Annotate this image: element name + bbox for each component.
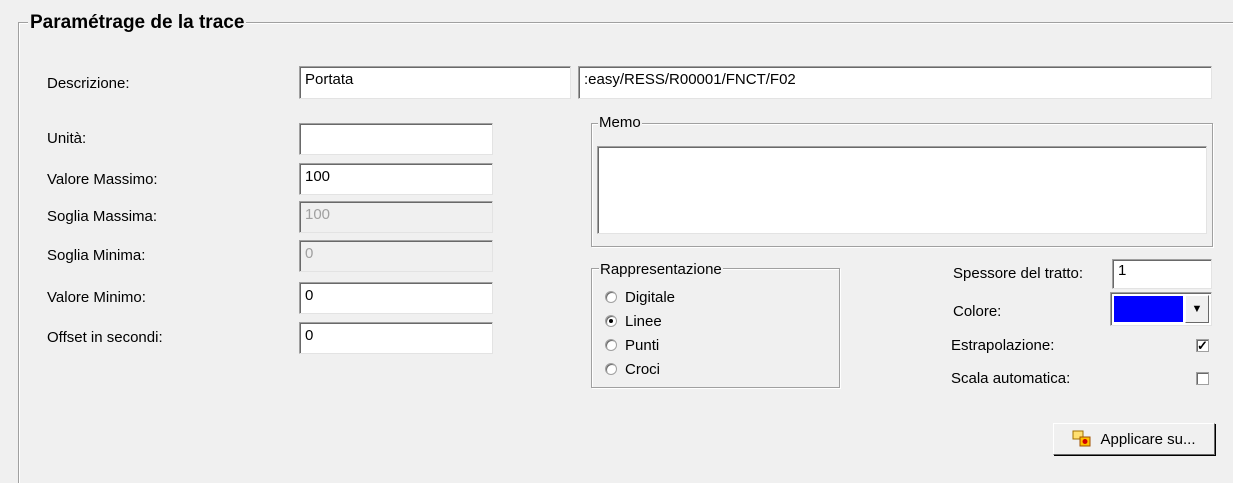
radio-linee[interactable]: Linee — [605, 311, 662, 331]
applicare-button[interactable]: Applicare su... — [1053, 423, 1215, 455]
radio-punti-label: Punti — [625, 336, 660, 354]
descrizione-label: Descrizione: — [47, 75, 130, 92]
soglia-minima-label: Soglia Minima: — [47, 247, 146, 264]
radio-digitale-label: Digitale — [625, 288, 676, 306]
rappresentazione-legend: Rappresentazione — [599, 261, 723, 278]
offset-input[interactable]: 0 — [299, 322, 493, 354]
valore-minimo-label: Valore Minimo: — [47, 289, 146, 306]
radio-croci-button[interactable] — [605, 363, 617, 375]
estrapolazione-checkbox[interactable]: ✓ — [1196, 339, 1209, 352]
spessore-label: Spessore del tratto: — [953, 265, 1084, 282]
estrapolazione-label: Estrapolazione: — [951, 337, 1055, 354]
colore-select[interactable]: ▼ — [1110, 292, 1212, 326]
radio-punti[interactable]: Punti — [605, 335, 659, 355]
color-swatch — [1114, 296, 1183, 322]
radio-linee-label: Linee — [625, 312, 662, 330]
apply-objects-icon — [1072, 430, 1094, 448]
soglia-massima-input: 100 — [299, 201, 493, 233]
soglia-minima-input: 0 — [299, 240, 493, 272]
soglia-massima-label: Soglia Massima: — [47, 208, 158, 225]
descrizione-input[interactable]: Portata — [299, 66, 571, 99]
offset-label: Offset in secondi: — [47, 329, 163, 346]
path-input[interactable]: :easy/RESS/R00001/FNCT/F02 — [578, 66, 1212, 99]
valore-massimo-input[interactable]: 100 — [299, 163, 493, 195]
scala-checkbox[interactable] — [1196, 372, 1209, 385]
radio-linee-button[interactable] — [605, 315, 617, 327]
radio-digitale-button[interactable] — [605, 291, 617, 303]
spessore-input[interactable]: 1 — [1112, 259, 1212, 289]
applicare-label: Applicare su... — [1100, 430, 1196, 448]
chevron-down-icon[interactable]: ▼ — [1185, 295, 1209, 323]
valore-minimo-input[interactable]: 0 — [299, 282, 493, 314]
radio-croci-label: Croci — [625, 360, 661, 378]
scala-label: Scala automatica: — [951, 370, 1071, 387]
radio-punti-button[interactable] — [605, 339, 617, 351]
unita-label: Unità: — [47, 130, 87, 147]
panel-title: Paramétrage de la trace — [28, 12, 247, 33]
memo-legend: Memo — [598, 114, 642, 131]
colore-label: Colore: — [953, 303, 1002, 320]
radio-digitale[interactable]: Digitale — [605, 287, 675, 307]
unita-input[interactable] — [299, 123, 493, 155]
radio-croci[interactable]: Croci — [605, 359, 660, 379]
memo-textarea[interactable] — [597, 146, 1207, 234]
valore-massimo-label: Valore Massimo: — [47, 171, 158, 188]
